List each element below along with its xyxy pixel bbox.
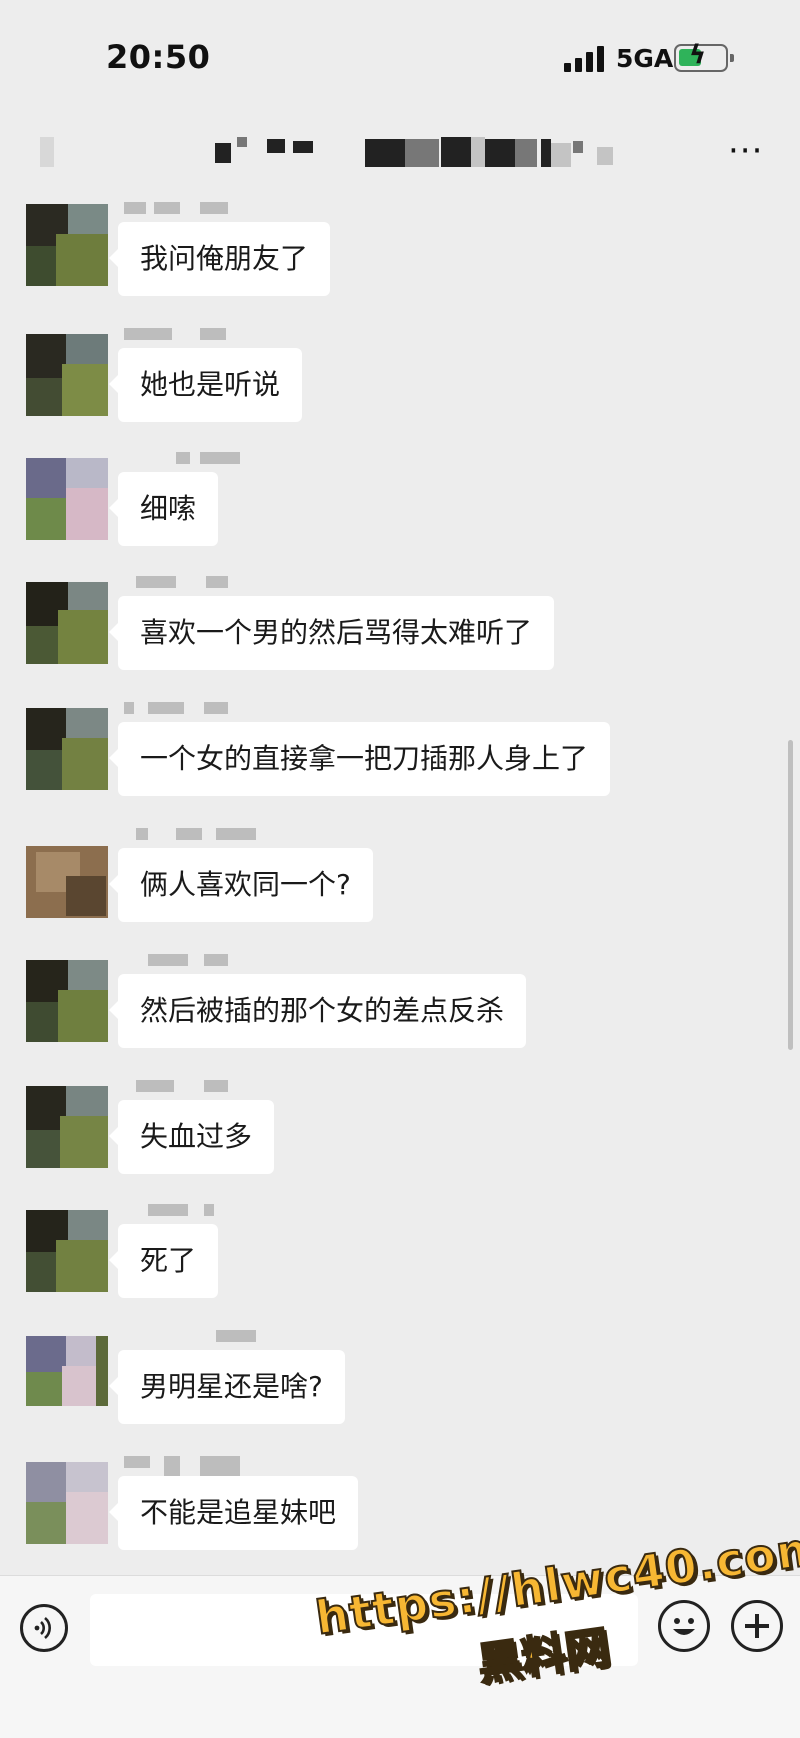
message-bubble[interactable]: 喜欢一个男的然后骂得太难听了 bbox=[108, 596, 555, 670]
green-avatar[interactable] bbox=[26, 204, 108, 286]
green-avatar[interactable] bbox=[26, 960, 108, 1042]
message-bubble[interactable]: 她也是听说 bbox=[108, 348, 303, 422]
pink-avatar[interactable] bbox=[26, 1462, 108, 1544]
chat-title-censored bbox=[215, 135, 625, 169]
scrollbar[interactable] bbox=[788, 740, 793, 1050]
sender-name-censored bbox=[124, 1204, 264, 1216]
emoji-icon[interactable] bbox=[658, 1600, 710, 1652]
sender-name-censored bbox=[124, 828, 264, 840]
message-list[interactable]: 我问俺朋友了 她也是听说 细嗦 喜欢一个男的然后骂得太难听了 一个女的直接拿一把… bbox=[0, 196, 800, 1572]
message-row: 一个女的直接拿一把刀插那人身上了 bbox=[0, 696, 800, 806]
input-bar bbox=[0, 1575, 800, 1738]
battery-icon: ϟ bbox=[674, 42, 734, 72]
message-row: 男明星还是啥? bbox=[0, 1324, 800, 1434]
message-row: 然后被插的那个女的差点反杀 bbox=[0, 948, 800, 1058]
sender-name-censored bbox=[124, 702, 264, 714]
green-avatar[interactable] bbox=[26, 708, 108, 790]
message-bubble[interactable]: 俩人喜欢同一个? bbox=[109, 848, 373, 922]
message-row: 细嗦 bbox=[0, 446, 800, 556]
green-avatar[interactable] bbox=[26, 1086, 108, 1168]
message-row: 不能是追星妹吧 bbox=[0, 1450, 800, 1560]
pink-avatar[interactable] bbox=[26, 1336, 108, 1406]
tan-avatar[interactable] bbox=[26, 846, 108, 918]
message-bubble[interactable]: 一个女的直接拿一把刀插那人身上了 bbox=[108, 722, 611, 796]
message-row: 俩人喜欢同一个? bbox=[0, 822, 800, 932]
chat-header: ··· bbox=[0, 115, 800, 187]
network-type: 5GA bbox=[616, 44, 674, 73]
sender-name-censored bbox=[124, 1456, 264, 1482]
green-avatar[interactable] bbox=[26, 334, 108, 416]
sender-name-censored bbox=[124, 328, 264, 340]
message-row: 死了 bbox=[0, 1198, 800, 1308]
more-icon[interactable]: ··· bbox=[728, 131, 763, 171]
status-bar: 20:50 5GA ϟ bbox=[0, 0, 800, 110]
message-row: 失血过多 bbox=[0, 1074, 800, 1184]
sender-name-censored bbox=[124, 576, 264, 588]
message-bubble[interactable]: 死了 bbox=[108, 1224, 219, 1298]
green-avatar[interactable] bbox=[26, 1210, 108, 1292]
sender-name-censored bbox=[124, 202, 264, 214]
message-bubble[interactable]: 细嗦 bbox=[108, 472, 219, 546]
plus-icon[interactable] bbox=[731, 1600, 783, 1652]
message-row: 她也是听说 bbox=[0, 322, 800, 432]
message-bubble[interactable]: 不能是追星妹吧 bbox=[108, 1476, 359, 1550]
sender-name-censored bbox=[124, 452, 264, 464]
message-bubble[interactable]: 失血过多 bbox=[108, 1100, 275, 1174]
message-bubble[interactable]: 然后被插的那个女的差点反杀 bbox=[108, 974, 527, 1048]
sender-name-censored bbox=[124, 1080, 264, 1092]
message-row: 喜欢一个男的然后骂得太难听了 bbox=[0, 570, 800, 680]
signal-icon bbox=[564, 46, 606, 72]
message-input[interactable] bbox=[90, 1594, 638, 1666]
status-time: 20:50 bbox=[106, 38, 211, 76]
pink-avatar[interactable] bbox=[26, 458, 108, 540]
sender-name-censored bbox=[124, 1330, 264, 1342]
message-bubble[interactable]: 我问俺朋友了 bbox=[108, 222, 331, 296]
sender-name-censored bbox=[124, 954, 264, 966]
back-icon[interactable] bbox=[40, 137, 54, 167]
message-bubble[interactable]: 男明星还是啥? bbox=[109, 1350, 345, 1424]
message-row: 我问俺朋友了 bbox=[0, 196, 800, 306]
green-avatar[interactable] bbox=[26, 582, 108, 664]
voice-icon[interactable] bbox=[20, 1604, 68, 1652]
